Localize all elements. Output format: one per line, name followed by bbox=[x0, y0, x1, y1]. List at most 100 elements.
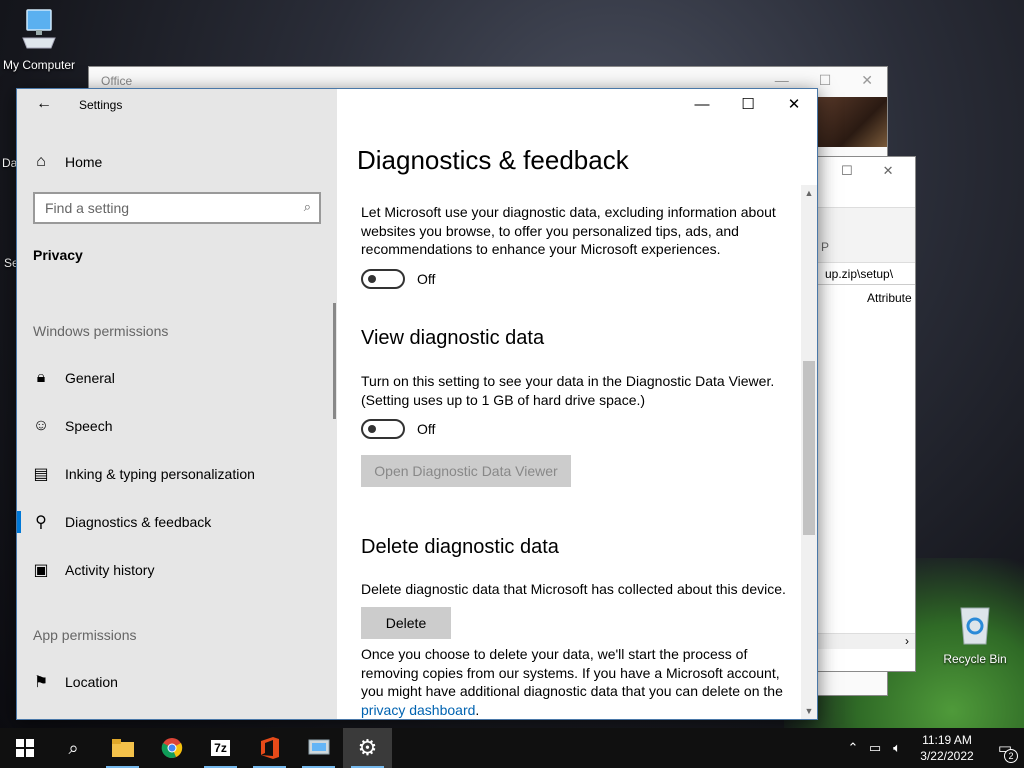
taskbar-control-panel[interactable] bbox=[294, 728, 343, 768]
office-image-thumbnail bbox=[817, 97, 887, 147]
toggle-knob bbox=[368, 275, 376, 283]
system-tray: ⌃ ▭ 🔈︎ 11:19 AM 3/22/2022 ▭ 2 bbox=[842, 728, 1024, 768]
section-header-app-permissions: App permissions bbox=[33, 627, 137, 643]
scroll-down-icon[interactable]: ▼ bbox=[801, 703, 817, 719]
computer-icon bbox=[0, 8, 78, 55]
office-window-controls: — ☐ ✕ bbox=[775, 72, 873, 89]
location-icon: ⚑ bbox=[33, 674, 49, 691]
taskbar-office[interactable] bbox=[245, 728, 294, 768]
search-placeholder: Find a setting bbox=[45, 200, 130, 216]
privacy-dashboard-link[interactable]: privacy dashboard bbox=[361, 702, 475, 718]
tailored-experiences-toggle[interactable] bbox=[361, 269, 405, 289]
clock-time: 11:19 AM bbox=[922, 733, 972, 747]
minimize-button[interactable]: — bbox=[679, 89, 725, 119]
scrollbar-thumb[interactable] bbox=[803, 361, 815, 535]
category-title: Privacy bbox=[33, 247, 83, 263]
maximize-icon[interactable]: ☐ bbox=[819, 72, 832, 89]
search-icon[interactable]: ⌕ bbox=[304, 199, 311, 215]
sidebar-scrollbar[interactable] bbox=[333, 303, 336, 419]
taskbar: ⌕ 7z ⚙ ⌃ ▭ 🔈︎ 11:19 AM 3/22/2022 ▭ 2 bbox=[0, 728, 1024, 768]
recycle-bin-desktop-icon[interactable]: Recycle Bin bbox=[940, 602, 1010, 666]
taskbar-file-explorer[interactable] bbox=[98, 728, 147, 768]
volume-icon[interactable]: 🔈︎ bbox=[886, 740, 908, 756]
minimize-icon[interactable]: — bbox=[775, 72, 789, 89]
sidebar-item-speech[interactable]: ☺ Speech bbox=[17, 403, 337, 449]
notification-count-badge: 2 bbox=[1004, 749, 1018, 763]
back-arrow-icon: ← bbox=[36, 95, 52, 112]
view-data-toggle[interactable] bbox=[361, 419, 405, 439]
link-suffix: . bbox=[475, 701, 480, 718]
delete-button[interactable]: Delete bbox=[361, 607, 451, 639]
delete-data-description: Delete diagnostic data that Microsoft ha… bbox=[361, 581, 786, 597]
toggle-state-label: Off bbox=[417, 271, 436, 287]
close-button[interactable]: ✕ bbox=[771, 89, 817, 119]
close-icon[interactable]: ✕ bbox=[861, 72, 873, 89]
settings-main-pane: — ☐ ✕ Diagnostics & feedback Let Microso… bbox=[337, 89, 817, 719]
sidebar-item-label: Speech bbox=[65, 418, 113, 434]
7zip-icon: 7z bbox=[211, 740, 230, 756]
explorer-window-controls: ☐ ✕ bbox=[841, 163, 894, 179]
main-scrollbar[interactable]: ▲ ▼ bbox=[801, 185, 817, 719]
sidebar-item-label: Activity history bbox=[65, 562, 155, 578]
address-path: up.zip\setup\ bbox=[825, 267, 894, 281]
chrome-icon bbox=[161, 738, 182, 758]
window-controls: — ☐ ✕ bbox=[679, 89, 817, 119]
search-icon: ⌕ bbox=[68, 737, 79, 758]
taskbar-7zip[interactable]: 7z bbox=[196, 728, 245, 768]
maximize-button[interactable]: ☐ bbox=[725, 89, 771, 119]
settings-window[interactable]: ← Settings ⌂ Home Find a setting ⌕ Priva… bbox=[16, 88, 818, 720]
windows-logo-icon bbox=[15, 739, 34, 757]
explorer-window[interactable]: ☐ ✕ P up.zip\setup\ Attribute › bbox=[816, 156, 916, 672]
delete-data-heading: Delete diagnostic data bbox=[361, 536, 559, 558]
maximize-icon[interactable]: ☐ bbox=[841, 163, 853, 179]
toggle-knob bbox=[368, 425, 376, 433]
start-button[interactable] bbox=[0, 728, 49, 768]
action-center-button[interactable]: ▭ 2 bbox=[986, 739, 1024, 763]
view-data-heading: View diagnostic data bbox=[361, 327, 545, 349]
lock-icon: 🔒︎ bbox=[36, 369, 46, 386]
sidebar-item-activity[interactable]: ▣ Activity history bbox=[17, 547, 337, 593]
view-data-description: Turn on this setting to see your data in… bbox=[361, 373, 775, 408]
address-bar[interactable]: up.zip\setup\ bbox=[817, 263, 915, 285]
sidebar-item-label: Diagnostics & feedback bbox=[65, 514, 212, 530]
recycle-bin-icon bbox=[940, 602, 1010, 649]
office-window-title: Office bbox=[101, 74, 133, 88]
tailored-experiences-description: Let Microsoft use your diagnostic data, … bbox=[361, 204, 776, 257]
sidebar-item-label: Location bbox=[65, 674, 118, 690]
sidebar-item-label: Inking & typing personalization bbox=[65, 466, 255, 482]
app-title: Settings bbox=[79, 98, 123, 112]
office-icon bbox=[260, 737, 279, 759]
search-input[interactable]: Find a setting ⌕ bbox=[33, 192, 321, 224]
sidebar-item-general[interactable]: 🔒︎ General bbox=[17, 355, 337, 401]
home-label: Home bbox=[65, 154, 103, 170]
sidebar-item-diagnostics[interactable]: ⚲ Diagnostics & feedback bbox=[17, 499, 337, 545]
folder-icon bbox=[111, 739, 134, 757]
search-button[interactable]: ⌕ bbox=[49, 728, 98, 768]
back-button[interactable]: ← bbox=[31, 95, 57, 117]
ribbon-tab-partial[interactable]: P bbox=[821, 240, 829, 254]
home-nav-item[interactable]: ⌂ Home bbox=[17, 139, 337, 185]
sidebar-item-location[interactable]: ⚑ Location bbox=[17, 659, 337, 705]
section-header-windows-permissions: Windows permissions bbox=[33, 323, 169, 339]
delete-note-text: Once you choose to delete your data, we'… bbox=[361, 646, 783, 699]
column-header-attributes[interactable]: Attribute bbox=[867, 291, 912, 305]
toggle-state-label: Off bbox=[417, 421, 436, 437]
open-data-viewer-button[interactable]: Open Diagnostic Data Viewer bbox=[361, 455, 571, 487]
taskbar-chrome[interactable] bbox=[147, 728, 196, 768]
close-icon[interactable]: ✕ bbox=[883, 163, 894, 179]
taskbar-settings[interactable]: ⚙ bbox=[343, 728, 392, 768]
my-computer-desktop-icon[interactable]: My Computer bbox=[0, 8, 78, 72]
sidebar-item-inking[interactable]: ▤ Inking & typing personalization bbox=[17, 451, 337, 497]
clock[interactable]: 11:19 AM 3/22/2022 bbox=[908, 732, 986, 764]
activity-icon: ▣ bbox=[33, 562, 49, 579]
chevron-up-icon[interactable]: ⌃ bbox=[842, 740, 864, 756]
delete-data-note: Once you choose to delete your data, we'… bbox=[361, 645, 797, 719]
chevron-right-icon[interactable]: › bbox=[905, 634, 909, 648]
horizontal-scrollbar[interactable]: › bbox=[817, 633, 915, 649]
settings-sidebar: ← Settings ⌂ Home Find a setting ⌕ Priva… bbox=[17, 89, 337, 719]
network-icon[interactable]: ▭ bbox=[864, 740, 886, 756]
my-computer-label: My Computer bbox=[2, 58, 76, 72]
explorer-ribbon: P bbox=[817, 207, 915, 263]
scroll-up-icon[interactable]: ▲ bbox=[801, 185, 817, 201]
recycle-bin-label: Recycle Bin bbox=[943, 652, 1007, 666]
